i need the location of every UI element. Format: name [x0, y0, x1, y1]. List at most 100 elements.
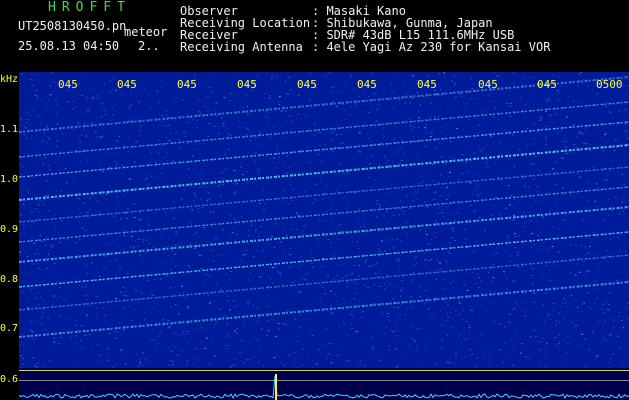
noise-speck	[287, 76, 290, 78]
noise-speck	[585, 207, 587, 209]
noise-speck	[514, 233, 516, 235]
noise-speck	[88, 209, 91, 211]
noise-speck	[110, 119, 112, 121]
noise-speck	[159, 101, 160, 103]
noise-speck	[345, 85, 347, 87]
noise-speck	[383, 215, 386, 217]
noise-speck	[174, 253, 177, 255]
noise-speck	[48, 253, 50, 255]
noise-speck	[548, 248, 551, 250]
noise-speck	[221, 184, 224, 185]
noise-speck	[586, 167, 588, 169]
noise-speck	[115, 220, 117, 222]
noise-speck	[563, 321, 565, 323]
noise-speck	[320, 178, 322, 180]
noise-speck	[485, 310, 487, 312]
noise-speck	[573, 124, 576, 126]
noise-speck	[368, 265, 371, 267]
noise-speck	[479, 316, 481, 318]
noise-speck	[519, 87, 521, 89]
noise-speck	[593, 258, 595, 260]
noise-speck	[291, 228, 293, 230]
noise-speck	[239, 166, 242, 168]
noise-speck	[109, 80, 111, 82]
noise-speck	[551, 246, 554, 247]
noise-speck	[213, 177, 216, 179]
noise-speck	[290, 248, 291, 250]
noise-speck	[471, 271, 474, 273]
noise-speck	[367, 286, 369, 288]
noise-speck	[534, 76, 536, 78]
noise-speck	[291, 121, 294, 123]
noise-speck	[36, 320, 38, 322]
noise-speck	[204, 274, 207, 275]
noise-speck	[346, 359, 349, 361]
noise-speck	[177, 97, 179, 99]
noise-speck	[600, 122, 602, 124]
noise-speck	[353, 157, 355, 159]
noise-speck	[129, 119, 132, 121]
noise-speck	[60, 295, 62, 297]
noise-speck	[435, 278, 438, 280]
noise-speck	[198, 349, 200, 351]
noise-speck	[82, 347, 85, 349]
noise-speck	[452, 75, 455, 77]
noise-speck	[325, 211, 328, 212]
noise-speck	[513, 281, 516, 283]
noise-speck	[22, 357, 25, 359]
noise-speck	[262, 249, 264, 251]
noise-speck	[46, 142, 48, 144]
noise-speck	[431, 258, 433, 260]
noise-speck	[114, 160, 116, 162]
noise-speck	[591, 331, 594, 333]
noise-speck	[530, 246, 533, 248]
noise-speck	[103, 91, 104, 93]
noise-speck	[294, 279, 296, 281]
noise-speck	[583, 142, 586, 144]
noise-speck	[604, 134, 606, 135]
noise-speck	[178, 139, 180, 141]
noise-speck	[131, 320, 133, 321]
noise-speck	[75, 319, 77, 321]
noise-speck	[75, 242, 78, 244]
noise-speck	[342, 197, 343, 199]
noise-speck	[220, 227, 222, 229]
noise-speck	[37, 311, 39, 313]
noise-speck	[101, 171, 104, 173]
noise-speck	[568, 227, 570, 229]
noise-speck	[609, 170, 611, 172]
noise-speck	[20, 355, 23, 357]
noise-speck	[381, 230, 383, 232]
noise-speck	[162, 267, 164, 269]
noise-speck	[197, 358, 199, 360]
noise-speck	[260, 168, 262, 170]
noise-speck	[487, 166, 489, 168]
noise-speck	[277, 101, 280, 103]
noise-speck	[138, 289, 140, 291]
noise-speck	[115, 165, 117, 167]
noise-speck	[425, 290, 428, 292]
noise-speck	[43, 199, 45, 201]
noise-speck	[455, 128, 458, 130]
noise-speck	[457, 179, 460, 181]
noise-speck	[398, 259, 401, 261]
noise-speck	[548, 125, 550, 127]
noise-speck	[389, 192, 391, 193]
noise-speck	[603, 179, 605, 181]
noise-speck	[78, 209, 81, 211]
noise-speck	[87, 292, 90, 294]
noise-speck	[191, 208, 194, 210]
noise-speck	[407, 119, 410, 120]
noise-speck	[472, 250, 475, 252]
noise-speck	[608, 362, 610, 364]
noise-speck	[198, 211, 200, 213]
noise-speck	[477, 331, 479, 333]
noise-speck	[285, 324, 288, 326]
noise-speck	[77, 218, 79, 220]
noise-speck	[596, 297, 598, 299]
noise-speck	[319, 284, 321, 286]
noise-speck	[175, 132, 178, 133]
noise-speck	[370, 292, 371, 294]
noise-speck	[525, 104, 527, 106]
noise-speck	[425, 127, 428, 129]
